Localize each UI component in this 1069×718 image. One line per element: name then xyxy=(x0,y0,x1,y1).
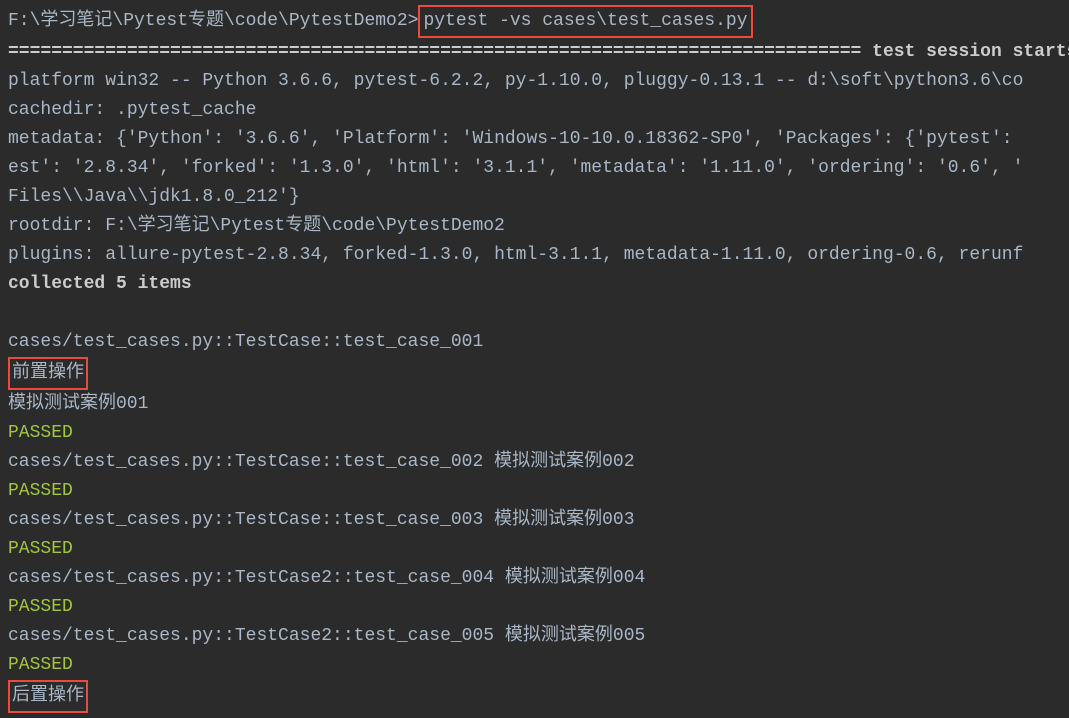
prompt-path: F:\学习笔记\Pytest专题\code\PytestDemo2> xyxy=(8,11,418,31)
test-2-id: cases/test_cases.py::TestCase::test_case… xyxy=(8,452,494,472)
test-5-line: cases/test_cases.py::TestCase2::test_cas… xyxy=(8,622,1061,651)
command-highlight: pytest -vs cases\test_cases.py xyxy=(418,5,752,38)
test-3-passed: PASSED xyxy=(8,535,1061,564)
blank-line xyxy=(8,299,1061,328)
rootdir-line: rootdir: F:\学习笔记\Pytest专题\code\PytestDem… xyxy=(8,212,1061,241)
collected-line: collected 5 items xyxy=(8,270,1061,299)
teardown-highlight: 后置操作 xyxy=(8,680,88,713)
platform-line: platform win32 -- Python 3.6.6, pytest-6… xyxy=(8,67,1061,96)
command-line[interactable]: F:\学习笔记\Pytest专题\code\PytestDemo2>pytest… xyxy=(8,5,1061,38)
test-4-line: cases/test_cases.py::TestCase2::test_cas… xyxy=(8,564,1061,593)
test-4-id: cases/test_cases.py::TestCase2::test_cas… xyxy=(8,568,505,588)
test-3-line: cases/test_cases.py::TestCase::test_case… xyxy=(8,506,1061,535)
metadata-line-3: Files\\Java\\jdk1.8.0_212'} xyxy=(8,183,1061,212)
command-text: pytest -vs cases\test_cases.py xyxy=(423,11,747,31)
metadata-line-1: metadata: {'Python': '3.6.6', 'Platform'… xyxy=(8,125,1061,154)
test-2-passed: PASSED xyxy=(8,477,1061,506)
test-2-output: 模拟测试案例002 xyxy=(494,452,634,472)
teardown-text: 后置操作 xyxy=(12,686,84,706)
plugins-line: plugins: allure-pytest-2.8.34, forked-1.… xyxy=(8,241,1061,270)
test-4-passed: PASSED xyxy=(8,593,1061,622)
test-1-id: cases/test_cases.py::TestCase::test_case… xyxy=(8,328,1061,357)
setup-highlight: 前置操作 xyxy=(8,357,88,390)
test-5-passed: PASSED xyxy=(8,651,1061,680)
test-5-id: cases/test_cases.py::TestCase2::test_cas… xyxy=(8,626,505,646)
cachedir-line: cachedir: .pytest_cache xyxy=(8,96,1061,125)
test-5-output: 模拟测试案例005 xyxy=(505,626,645,646)
test-3-id: cases/test_cases.py::TestCase::test_case… xyxy=(8,510,494,530)
test-4-output: 模拟测试案例004 xyxy=(505,568,645,588)
test-2-line: cases/test_cases.py::TestCase::test_case… xyxy=(8,448,1061,477)
setup-text: 前置操作 xyxy=(12,363,84,383)
setup-line: 前置操作 xyxy=(8,357,1061,390)
session-header-pre: ========================================… xyxy=(8,42,872,62)
session-header-text: test session starts xyxy=(872,42,1069,62)
test-1-passed: PASSED xyxy=(8,419,1061,448)
teardown-line: 后置操作 xyxy=(8,680,1061,713)
session-header: ========================================… xyxy=(8,38,1061,67)
test-1-output: 模拟测试案例001 xyxy=(8,390,1061,419)
test-3-output: 模拟测试案例003 xyxy=(494,510,634,530)
metadata-line-2: est': '2.8.34', 'forked': '1.3.0', 'html… xyxy=(8,154,1061,183)
